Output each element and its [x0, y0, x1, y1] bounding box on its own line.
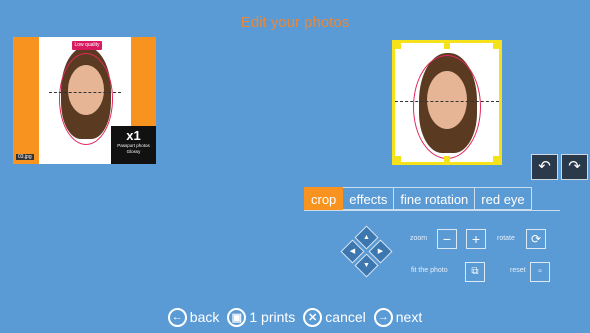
- page-title: Edit your photos: [240, 14, 350, 31]
- next-button[interactable]: → next: [373, 307, 423, 327]
- reset-button[interactable]: ▫: [530, 262, 550, 282]
- rotate-left-icon: ↶: [538, 158, 551, 175]
- crop-handle[interactable]: [395, 43, 401, 49]
- prints-label: 1 prints: [249, 309, 296, 325]
- cancel-label: cancel: [325, 309, 366, 325]
- tab-crop[interactable]: crop: [304, 187, 344, 210]
- reset-label: reset: [510, 267, 526, 274]
- crop-handle[interactable]: [493, 156, 499, 162]
- close-circle-icon: ✕: [303, 307, 323, 327]
- zoom-in-button[interactable]: +: [466, 229, 486, 249]
- back-label: back: [189, 309, 220, 325]
- prints-icon: ▣: [227, 307, 247, 327]
- crop-handle[interactable]: [444, 43, 450, 49]
- rotate-right-button[interactable]: ↷: [561, 154, 588, 180]
- zoom-label: zoom: [410, 235, 428, 242]
- cancel-button[interactable]: ✕ cancel: [303, 307, 366, 327]
- tab-red-eye[interactable]: red eye: [475, 187, 532, 210]
- bottom-nav: ← back ▣ 1 prints ✕ cancel → next: [0, 304, 590, 330]
- finish-label: Glossy: [126, 149, 141, 154]
- arrow-right-circle-icon: →: [373, 307, 393, 327]
- back-button[interactable]: ← back: [167, 307, 220, 327]
- rotate-button[interactable]: ⟳: [526, 229, 546, 249]
- refresh-icon: ⟳: [530, 232, 542, 246]
- rotate-right-icon: ↷: [568, 158, 581, 175]
- edit-tabs: crop effects fine rotation red eye: [304, 187, 532, 210]
- tab-effects[interactable]: effects: [343, 187, 395, 210]
- quantity-count: x1: [126, 128, 141, 143]
- zoom-out-button[interactable]: −: [437, 229, 457, 249]
- crop-handle[interactable]: [395, 156, 401, 162]
- reset-icon: ▫: [538, 266, 542, 277]
- low-quality-badge: Low quality: [72, 41, 102, 50]
- arrow-left-circle-icon: ←: [167, 307, 187, 327]
- rotate-left-button[interactable]: ↶: [531, 154, 558, 180]
- tab-divider: [304, 210, 560, 211]
- crop-handle[interactable]: [444, 156, 450, 162]
- tab-fine-rotation[interactable]: fine rotation: [394, 187, 476, 210]
- next-label: next: [395, 309, 423, 325]
- rotate-label: rotate: [497, 235, 515, 242]
- fit-photo-label: fit the photo: [411, 267, 448, 274]
- move-dpad: ▲ ◀ ▶ ▼: [338, 225, 396, 283]
- prints-button[interactable]: ▣ 1 prints: [227, 307, 296, 327]
- fit-crop-icon: ⧉: [471, 266, 479, 277]
- quantity-badge[interactable]: x1 Passport photos Glossy: [111, 126, 156, 164]
- fit-photo-button[interactable]: ⧉: [465, 262, 485, 282]
- file-name-label: 03.jpg: [16, 154, 34, 160]
- arrow-down-icon: ▼: [363, 262, 370, 269]
- crop-handle[interactable]: [493, 43, 499, 49]
- crop-preview[interactable]: [392, 40, 502, 165]
